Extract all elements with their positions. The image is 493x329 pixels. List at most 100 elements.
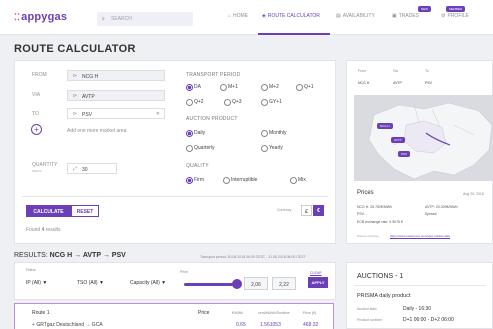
product-runtime-label: Product runtime:: [357, 318, 383, 322]
clear-filters-link[interactable]: CLEAR: [310, 271, 322, 275]
auction-start-value: Daily - 16:30: [403, 306, 432, 312]
route-title: Route 1: [32, 310, 50, 316]
radio-yearly[interactable]: Yearly: [261, 145, 283, 152]
auction-product-name: PRISMA daily product: [357, 293, 411, 299]
price-min-input[interactable]: 2,06: [244, 277, 268, 290]
auction-start-label: Auction start:: [357, 307, 378, 311]
resize-icon: ⤢: [73, 166, 78, 172]
pipe-icon: ⊳: [73, 73, 78, 79]
results-header: RESULTS: NCG H → AVTP → PSV: [14, 252, 126, 259]
route-icon: ◈: [262, 13, 266, 19]
nav-profile[interactable]: ⚙ PROFILE: [441, 13, 469, 19]
quantity-input[interactable]: ⤢ 30: [67, 163, 117, 174]
logo[interactable]: ⁚⁚appygas: [14, 11, 67, 23]
clear-icon[interactable]: ✕: [156, 111, 160, 117]
profile-icon: ⚙: [441, 13, 446, 19]
plus-icon: +: [34, 125, 39, 134]
trades-badge: NEW: [418, 6, 431, 12]
val-from: NCG H: [358, 81, 370, 85]
radio-q2[interactable]: Q+2: [186, 99, 204, 106]
map-label-avtp: AVTP: [391, 137, 405, 143]
filter-ip[interactable]: IP (All) ▼: [26, 280, 47, 286]
logo-mark-icon: ⁚⁚: [14, 12, 21, 22]
radio-gy1[interactable]: GY+1: [261, 99, 282, 106]
route-col-price: Price: [198, 310, 210, 316]
radio-interruptible[interactable]: Interruptible: [223, 177, 257, 184]
filter-icon: ▼: [98, 280, 104, 286]
price-avtp: AVTP: 23.039€/MWh: [425, 205, 458, 209]
radio-monthly[interactable]: Monthly: [261, 130, 287, 137]
transport-period-text: Transport period: 30.08.2018 06:00 CEST …: [200, 255, 306, 259]
add-market-button[interactable]: +: [31, 124, 42, 135]
radio-quarterly[interactable]: Quarterly: [186, 145, 215, 152]
nav-home[interactable]: ⌂ HOME: [228, 13, 248, 19]
price-psv: PSV: -: [357, 212, 367, 216]
source-link[interactable]: https://www.powernext.com/spot-market-da…: [390, 234, 450, 238]
currency-eur[interactable]: €: [313, 205, 324, 216]
expand-plus-icon: +: [32, 322, 35, 328]
via-field[interactable]: ⊳ AVTP: [67, 90, 165, 101]
add-market-text: Add one more market area: [67, 128, 127, 134]
radio-m2[interactable]: M+2: [261, 84, 279, 91]
to-label: TO: [32, 111, 39, 117]
from-label: FROM: [32, 72, 47, 78]
radio-q3[interactable]: Q+3: [224, 99, 242, 106]
via-label: VIA: [32, 92, 41, 98]
active-tab-indicator: [258, 33, 330, 35]
top-navigation-bar: ⁚⁚appygas ⌕ SEARCH ⌂ HOME ◈ ROUTE CALCULAT…: [0, 0, 493, 35]
to-field[interactable]: ⊳ PSV ✕: [67, 108, 165, 119]
col-from: From: [358, 69, 367, 73]
home-icon: ⌂: [228, 13, 232, 19]
price-ncg: NCG H: 25.752€/MWh: [357, 205, 393, 209]
trades-icon: ▣: [392, 13, 397, 19]
quantity-unit: MWh/h: [32, 169, 42, 173]
radio-da[interactable]: DA: [186, 84, 201, 91]
availability-icon: ▤: [336, 13, 341, 19]
calculate-button[interactable]: CALCULATE: [26, 205, 71, 217]
nav-availability[interactable]: ▤ AVAILABILITY: [336, 13, 375, 19]
found-results-text: Found 4 results: [26, 227, 61, 233]
source-label: Source of prices:: [357, 234, 380, 238]
filter-icon: ▼: [161, 280, 167, 286]
product-runtime-value: D+1 06:00 - D+2 06:00: [403, 317, 454, 323]
radio-daily[interactable]: Daily: [186, 130, 205, 137]
auctions-title: AUCTIONS - 1: [357, 273, 404, 280]
val-to: PSV: [425, 81, 433, 85]
nav-trades[interactable]: ▣ TRADES: [392, 13, 419, 19]
from-field[interactable]: ⊳ NCG H: [67, 70, 165, 81]
currency-gbp[interactable]: £: [301, 205, 312, 216]
radio-m1[interactable]: M+1: [220, 84, 238, 91]
filter-icon: ▼: [42, 280, 48, 286]
ecb-rate: ECB exchange rate: 0.9076 €: [357, 220, 403, 224]
route-row-label[interactable]: + GRTgaz Deutschland → GCA: [32, 322, 103, 328]
pipe-icon: ⊳: [73, 93, 78, 99]
filters-label: Filters: [26, 268, 36, 272]
nav-route-calculator[interactable]: ◈ ROUTE CALCULATOR: [262, 13, 320, 19]
price-slider-handle[interactable]: [232, 279, 242, 289]
pipe-icon: ⊳: [73, 111, 78, 117]
radio-mix[interactable]: Mix: [290, 177, 306, 184]
map-label-psv: PSV: [398, 151, 411, 157]
filter-tso[interactable]: TSO (All) ▼: [77, 280, 104, 286]
radio-q1[interactable]: Q+1: [296, 84, 314, 91]
col-via: Via: [393, 69, 398, 73]
profile-badge: MEMBER: [446, 6, 466, 12]
price-max-input[interactable]: 2,22: [272, 277, 296, 290]
route-col-price-eur: Price (€): [303, 311, 317, 315]
quality-title: QUALITY: [186, 163, 209, 169]
val-via: AVTP: [393, 81, 402, 85]
reset-button[interactable]: RESET: [71, 205, 99, 217]
price-slider-track[interactable]: [184, 283, 236, 286]
transport-period-title: TRANSPORT PERIOD: [186, 72, 241, 78]
radio-firm[interactable]: Firm: [186, 177, 204, 184]
spread-label: Spread:: [425, 212, 438, 216]
search-input[interactable]: ⌕ SEARCH: [97, 12, 193, 26]
route-col-mwh: €/MWh: [232, 311, 244, 315]
route-row-val-mwh: 0.65: [236, 322, 246, 328]
route-map[interactable]: NCG H AVTP PSV: [354, 95, 493, 181]
auction-product-title: AUCTION PRODUCT: [186, 116, 238, 122]
filter-capacity[interactable]: Capacity (All) ▼: [130, 280, 166, 286]
apply-filters-button[interactable]: APPLY: [308, 277, 328, 288]
col-to: To: [425, 69, 429, 73]
divider: [354, 285, 486, 286]
